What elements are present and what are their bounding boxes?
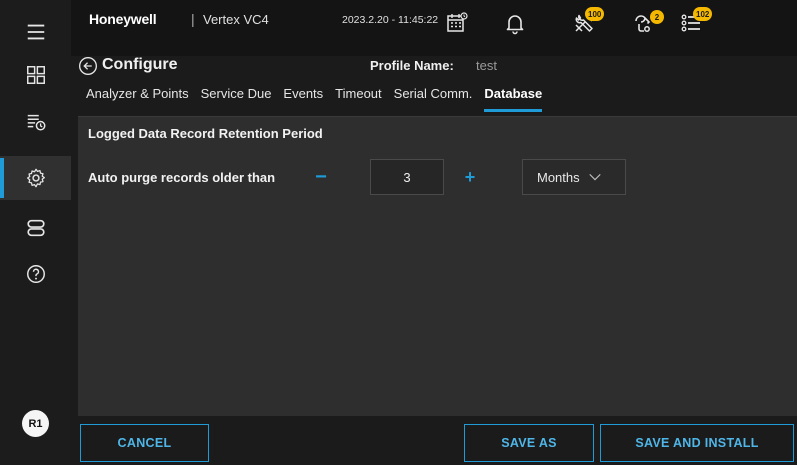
retention-value-input[interactable] [370, 159, 444, 195]
avatar[interactable]: R1 [22, 410, 49, 437]
increment-button[interactable]: + [458, 163, 482, 191]
auto-purge-label: Auto purge records older than [88, 170, 276, 185]
bell-icon [506, 15, 524, 35]
datetime: 2023.2.20 - 11:45:22 [342, 14, 439, 26]
menu-icon [27, 24, 44, 40]
sidebar-item-dashboard[interactable] [0, 53, 71, 97]
menu-button[interactable] [0, 10, 71, 54]
section-title: Logged Data Record Retention Period [88, 126, 323, 141]
brand-logo: Honeywell [89, 11, 157, 27]
dashboard-icon [26, 66, 45, 84]
storage-icon [26, 219, 45, 237]
footer-actions: CANCEL SAVE AS SAVE AND INSTALL [71, 416, 797, 465]
notifications-button[interactable] [501, 9, 529, 37]
config-tabs: Analyzer & Points Service Due Events Tim… [86, 86, 554, 112]
events-badge: 102 [693, 7, 713, 21]
product-name: Vertex VC4 [203, 12, 269, 27]
brand-separator: | [191, 11, 195, 27]
sidebar-item-storage[interactable] [0, 206, 71, 250]
tab-analyzer-points[interactable]: Analyzer & Points [86, 86, 189, 112]
save-as-button[interactable]: SAVE AS [464, 424, 594, 462]
calendar-clock-icon [447, 12, 468, 32]
page-title: Configure [102, 56, 178, 73]
sidebar-item-event-list[interactable] [0, 100, 71, 144]
maintenance-badge: 100 [585, 7, 605, 21]
calendar-button[interactable] [443, 9, 471, 37]
gear-icon [26, 168, 45, 188]
cancel-button[interactable]: CANCEL [80, 424, 209, 462]
sidebar-item-help[interactable] [0, 252, 71, 296]
chevron-down-icon [588, 173, 601, 181]
decrement-button[interactable]: − [309, 163, 333, 191]
event-list-icon [27, 114, 45, 131]
profile-name-value: test [476, 58, 497, 73]
back-arrow-icon[interactable] [78, 56, 98, 76]
database-panel: Logged Data Record Retention Period Auto… [78, 116, 797, 416]
retention-unit-value: Months [537, 169, 580, 185]
tab-events[interactable]: Events [283, 86, 323, 112]
tab-timeout[interactable]: Timeout [335, 86, 381, 112]
tab-serial-comm[interactable]: Serial Comm. [394, 86, 473, 112]
tab-database[interactable]: Database [484, 86, 542, 112]
help-icon [26, 265, 45, 283]
top-header: Honeywell | Vertex VC4 2023.2.20 - 11:45… [71, 0, 797, 56]
save-and-install-button[interactable]: SAVE AND INSTALL [600, 424, 794, 462]
retention-unit-select[interactable]: Months [522, 159, 626, 195]
sidebar: R1 [0, 0, 71, 465]
diagnostics-badge: 2 [650, 10, 664, 24]
tab-service-due[interactable]: Service Due [201, 86, 272, 112]
profile-name-label: Profile Name: [370, 58, 454, 73]
sidebar-item-configure[interactable] [0, 156, 71, 200]
